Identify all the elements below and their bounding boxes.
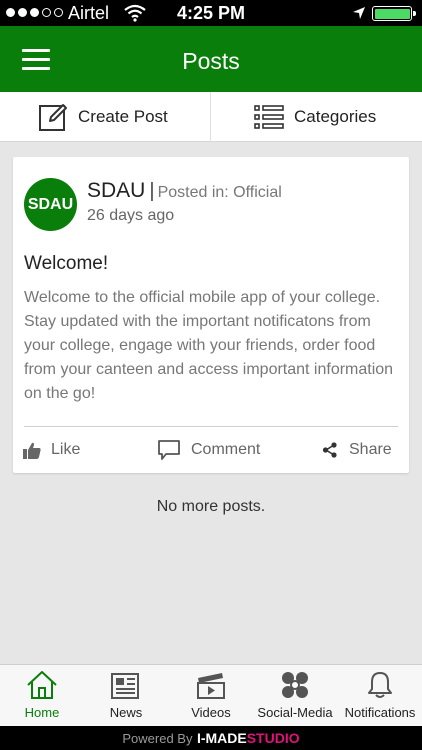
- tab-news-label: News: [109, 705, 143, 720]
- battery-level: [374, 8, 410, 19]
- list-icon: [254, 104, 284, 130]
- status-bar: Airtel 4:25 PM: [0, 0, 422, 26]
- toolbar-divider: [210, 92, 211, 142]
- post-meta: SDAU | Posted in: Official: [87, 179, 282, 203]
- app-header: Posts: [0, 26, 422, 92]
- tab-notifications[interactable]: Notifications: [340, 665, 420, 727]
- categories-button[interactable]: Categories: [254, 92, 376, 142]
- comment-icon: [157, 439, 181, 461]
- location-arrow-icon: [352, 6, 366, 25]
- battery-icon: [372, 6, 416, 21]
- feed-end-message: No more posts.: [156, 498, 266, 515]
- tab-social-media-label: Social-Media: [257, 705, 333, 720]
- share-button[interactable]: Share: [321, 439, 392, 461]
- social-network-icon: [280, 665, 310, 703]
- post-toolbar: Create Post Categories: [0, 92, 422, 142]
- posted-in-label: Posted in:: [157, 184, 229, 201]
- thumbs-up-icon: [23, 442, 41, 459]
- bottom-tab-bar: Home News Videos Social-Media Notificati…: [0, 664, 422, 726]
- post-card: SDAU SDAU | Posted in: Official 26 days ag…: [13, 157, 409, 473]
- tab-videos[interactable]: Videos: [183, 665, 239, 727]
- avatar[interactable]: SDAU: [24, 178, 77, 231]
- page-title: Posts: [182, 48, 240, 74]
- newspaper-icon: [110, 665, 142, 703]
- card-divider: [24, 426, 398, 427]
- tab-videos-label: Videos: [191, 705, 231, 720]
- share-icon: [321, 441, 339, 459]
- share-label: Share: [349, 441, 392, 458]
- like-label: Like: [51, 441, 81, 458]
- meta-separator: |: [149, 180, 155, 202]
- tab-notifications-label: Notifications: [344, 705, 416, 720]
- tab-home[interactable]: Home: [14, 665, 70, 727]
- comment-label: Comment: [191, 441, 261, 458]
- author-name[interactable]: SDAU: [87, 179, 145, 202]
- post-category[interactable]: Official: [233, 184, 282, 201]
- comment-button[interactable]: Comment: [157, 439, 260, 461]
- like-button[interactable]: Like: [23, 439, 80, 461]
- tab-social-media[interactable]: Social-Media: [254, 665, 336, 727]
- post-timestamp: 26 days ago: [87, 207, 175, 224]
- video-clapper-icon: [196, 665, 226, 703]
- powered-by-label: Powered By: [122, 731, 193, 746]
- create-post-button[interactable]: Create Post: [38, 92, 168, 142]
- home-icon: [26, 665, 58, 703]
- tab-news[interactable]: News: [98, 665, 154, 727]
- post-body: Welcome to the official mobile app of yo…: [24, 289, 394, 402]
- create-post-label: Create Post: [78, 107, 168, 126]
- edit-icon: [38, 102, 68, 132]
- brand-logo-part-1: I-MADE: [196, 730, 247, 746]
- powered-by-footer: Powered By I-MADESTUDIO: [0, 726, 422, 750]
- bell-icon: [366, 665, 394, 703]
- brand-logo-part-2: STUDIO: [246, 730, 300, 746]
- post-title: Welcome!: [24, 253, 109, 274]
- categories-label: Categories: [294, 107, 377, 126]
- tab-home-label: Home: [24, 705, 60, 720]
